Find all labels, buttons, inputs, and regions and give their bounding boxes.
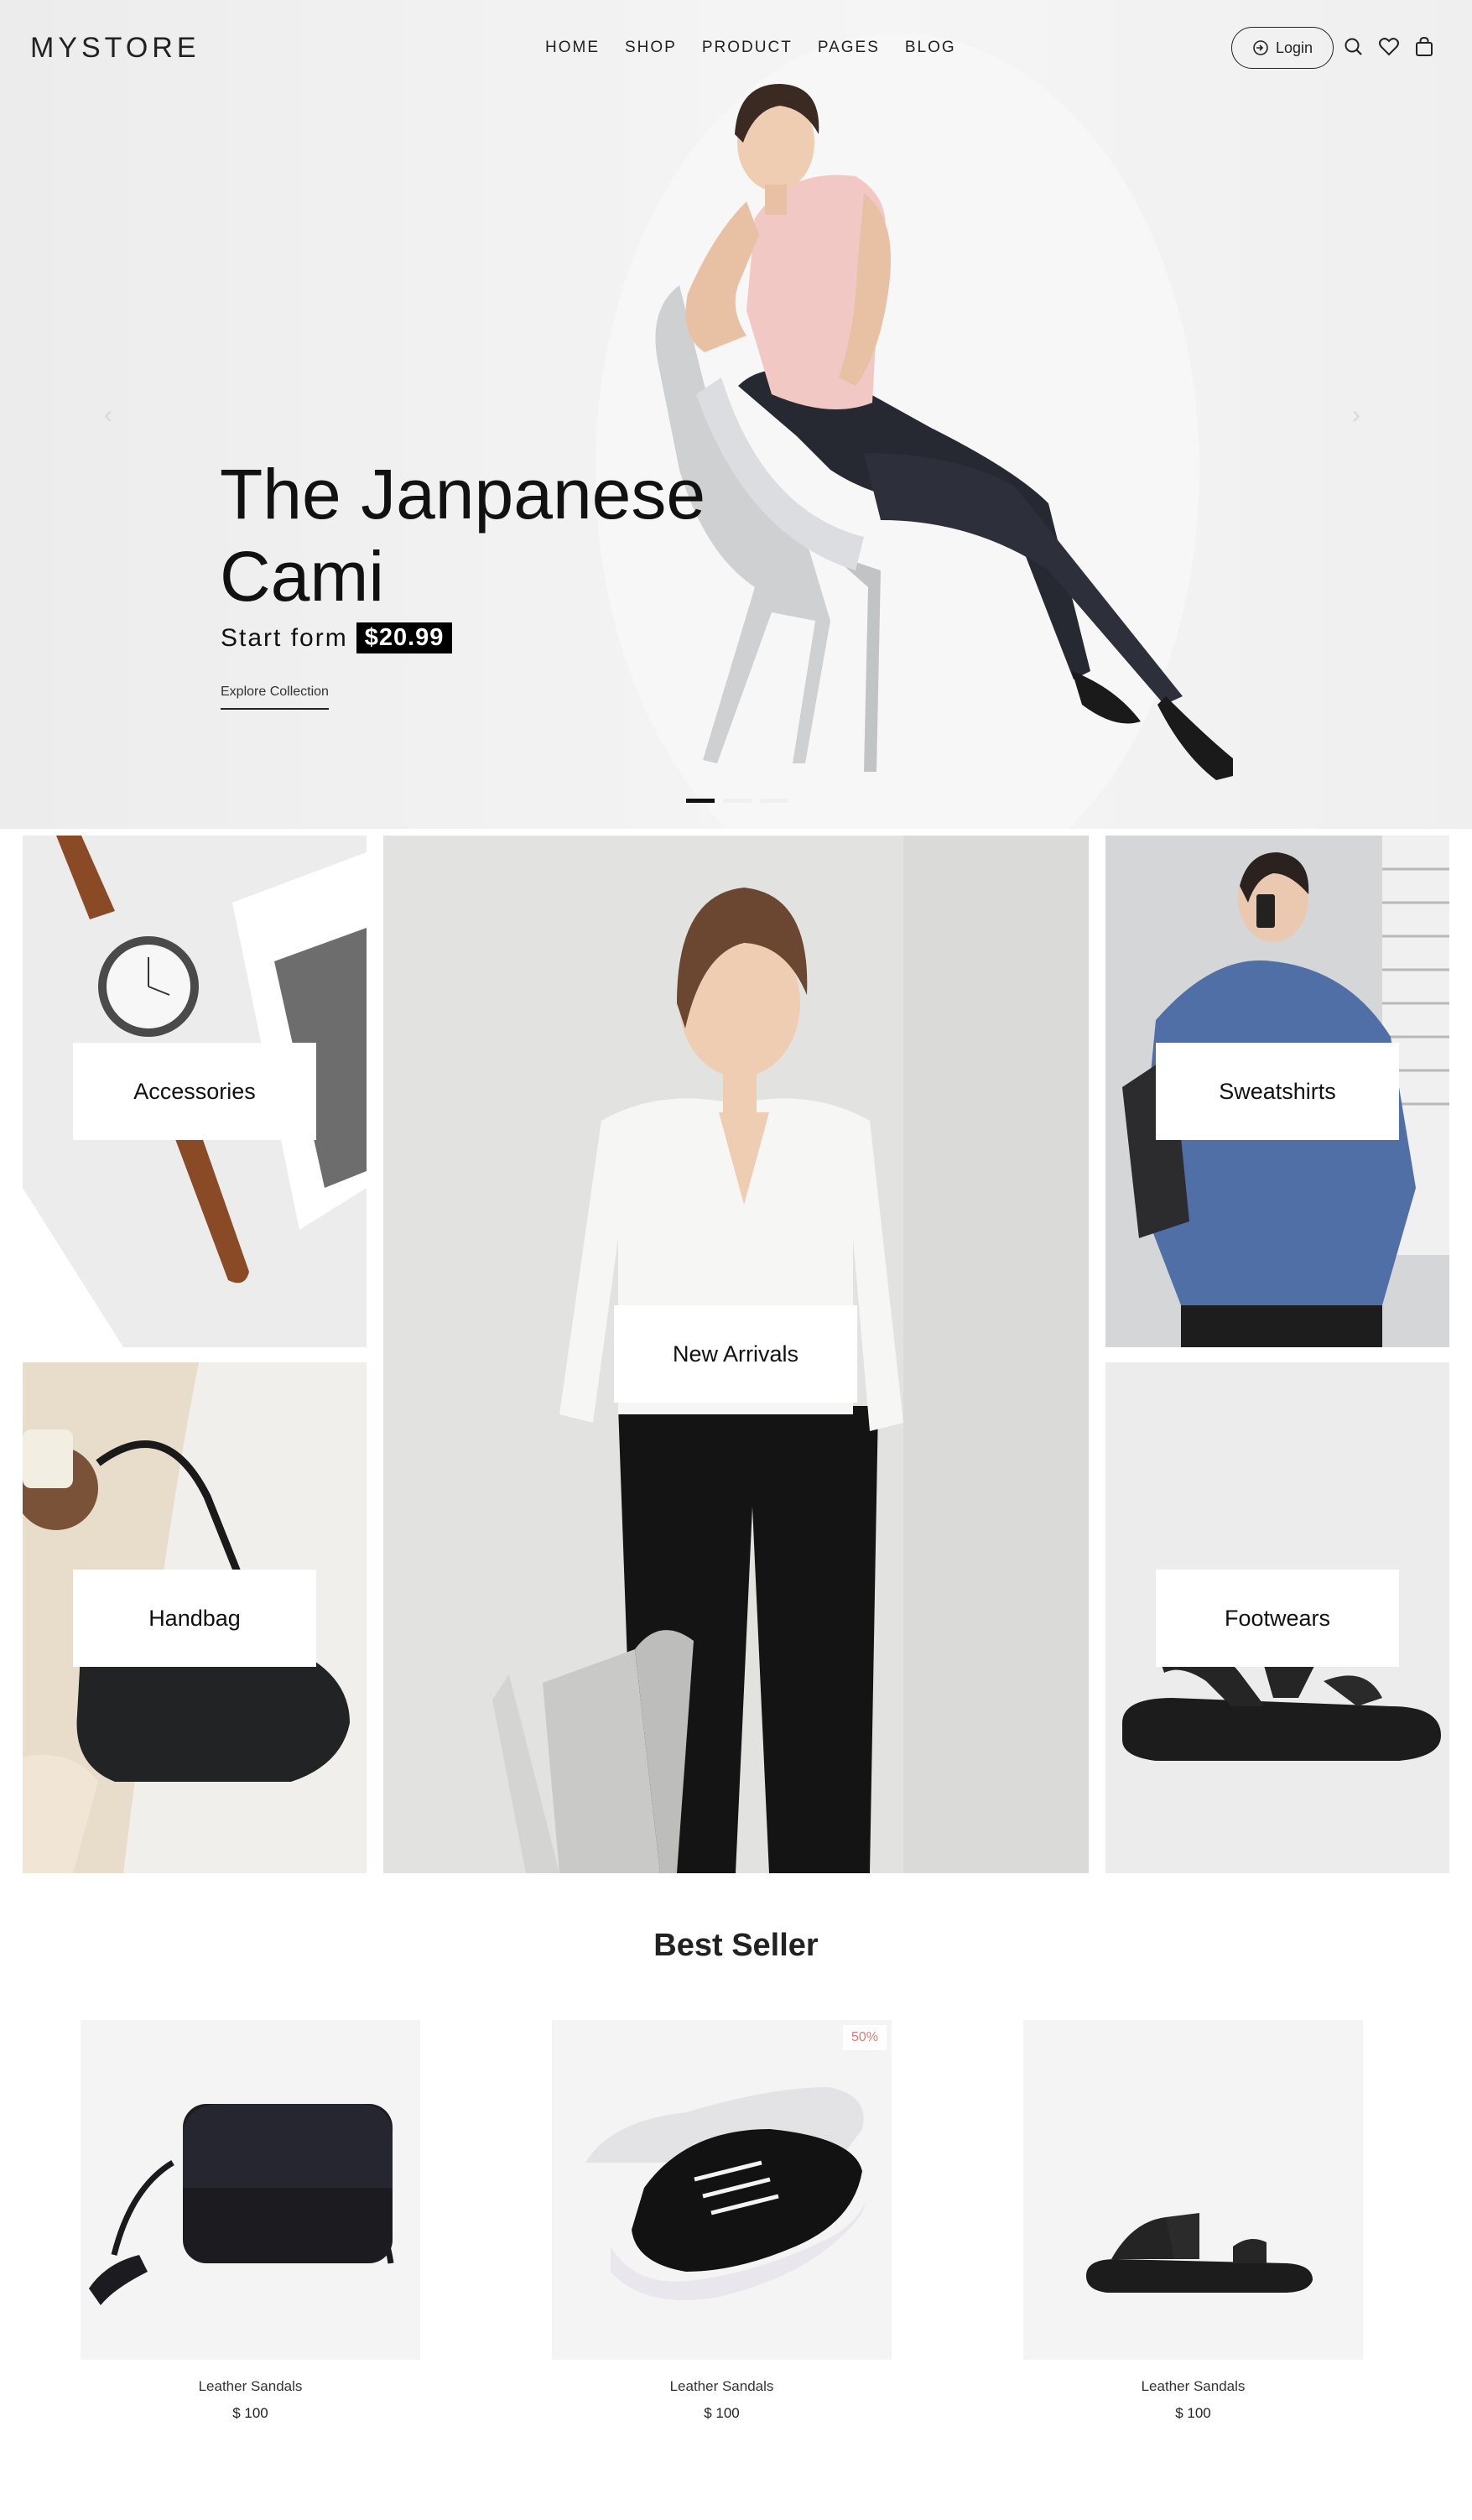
slider-dots xyxy=(686,799,788,803)
login-icon xyxy=(1253,40,1268,55)
category-label: New Arrivals xyxy=(614,1305,857,1403)
category-tile-new-arrivals[interactable]: New Arrivals xyxy=(383,836,1089,1873)
crossbody-bag-image xyxy=(81,2020,420,2360)
product-image[interactable] xyxy=(81,2020,420,2360)
hero-subtitle-text: Start form xyxy=(221,623,348,652)
heart-icon[interactable] xyxy=(1377,35,1401,59)
product-price: $ 100 xyxy=(232,2405,268,2421)
discount-badge: 50% xyxy=(842,2025,887,2050)
login-button[interactable]: Login xyxy=(1231,27,1334,69)
product-name[interactable]: Leather Sandals xyxy=(552,2378,892,2395)
hero-banner: ‹ › The Janpanese Cami Start form $20.99… xyxy=(0,0,1472,829)
product-card[interactable]: Leather Sandals $ 100 xyxy=(81,2020,420,2422)
nav-pages[interactable]: PAGES xyxy=(818,39,880,57)
search-icon[interactable] xyxy=(1342,35,1365,59)
product-image[interactable]: 50% xyxy=(552,2020,892,2360)
site-header: MYSTORE HOME SHOP PRODUCT PAGES BLOG Log… xyxy=(0,0,1472,99)
nav-product[interactable]: PRODUCT xyxy=(702,39,793,57)
hero-model-image xyxy=(596,34,1233,829)
product-card[interactable]: Leather Sandals $ 100 xyxy=(1023,2020,1363,2422)
bag-icon[interactable] xyxy=(1412,35,1436,59)
sneaker-image xyxy=(552,2020,892,2360)
main-nav: HOME SHOP PRODUCT PAGES BLOG xyxy=(545,39,956,57)
nav-home[interactable]: HOME xyxy=(545,39,600,57)
category-label: Footwears xyxy=(1156,1570,1399,1667)
store-logo[interactable]: MYSTORE xyxy=(30,32,200,65)
category-label: Sweatshirts xyxy=(1156,1043,1399,1140)
product-name[interactable]: Leather Sandals xyxy=(81,2378,420,2395)
category-tile-handbag[interactable]: Handbag xyxy=(23,1362,367,1873)
category-tile-accessories[interactable]: Accessories xyxy=(23,836,367,1347)
best-seller-title: Best Seller xyxy=(653,1928,819,1963)
product-name[interactable]: Leather Sandals xyxy=(1023,2378,1363,2395)
product-price: $ 100 xyxy=(704,2405,740,2421)
product-card[interactable]: 50% Leather Sandals $ 100 xyxy=(552,2020,892,2422)
slider-dot[interactable] xyxy=(723,799,752,803)
slider-dot[interactable] xyxy=(760,799,788,803)
category-label: Handbag xyxy=(73,1570,316,1667)
product-price: $ 100 xyxy=(1175,2405,1211,2421)
nav-shop[interactable]: SHOP xyxy=(625,39,677,57)
sandal-product-image xyxy=(1023,2020,1363,2360)
hero-price-badge: $20.99 xyxy=(356,622,453,653)
explore-collection-link[interactable]: Explore Collection xyxy=(221,685,329,710)
hero-title: The Janpanese Cami xyxy=(220,455,706,616)
category-tile-sweatshirts[interactable]: Sweatshirts xyxy=(1105,836,1449,1347)
category-label: Accessories xyxy=(73,1043,316,1140)
hero-subtitle: Start form $20.99 xyxy=(221,622,453,653)
slider-dot[interactable] xyxy=(686,799,715,803)
login-label: Login xyxy=(1275,39,1313,56)
prev-slide-arrow[interactable]: ‹ xyxy=(104,401,112,430)
nav-blog[interactable]: BLOG xyxy=(905,39,956,57)
next-slide-arrow[interactable]: › xyxy=(1352,401,1360,430)
category-tile-footwears[interactable]: Footwears xyxy=(1105,1362,1449,1873)
product-image[interactable] xyxy=(1023,2020,1363,2360)
